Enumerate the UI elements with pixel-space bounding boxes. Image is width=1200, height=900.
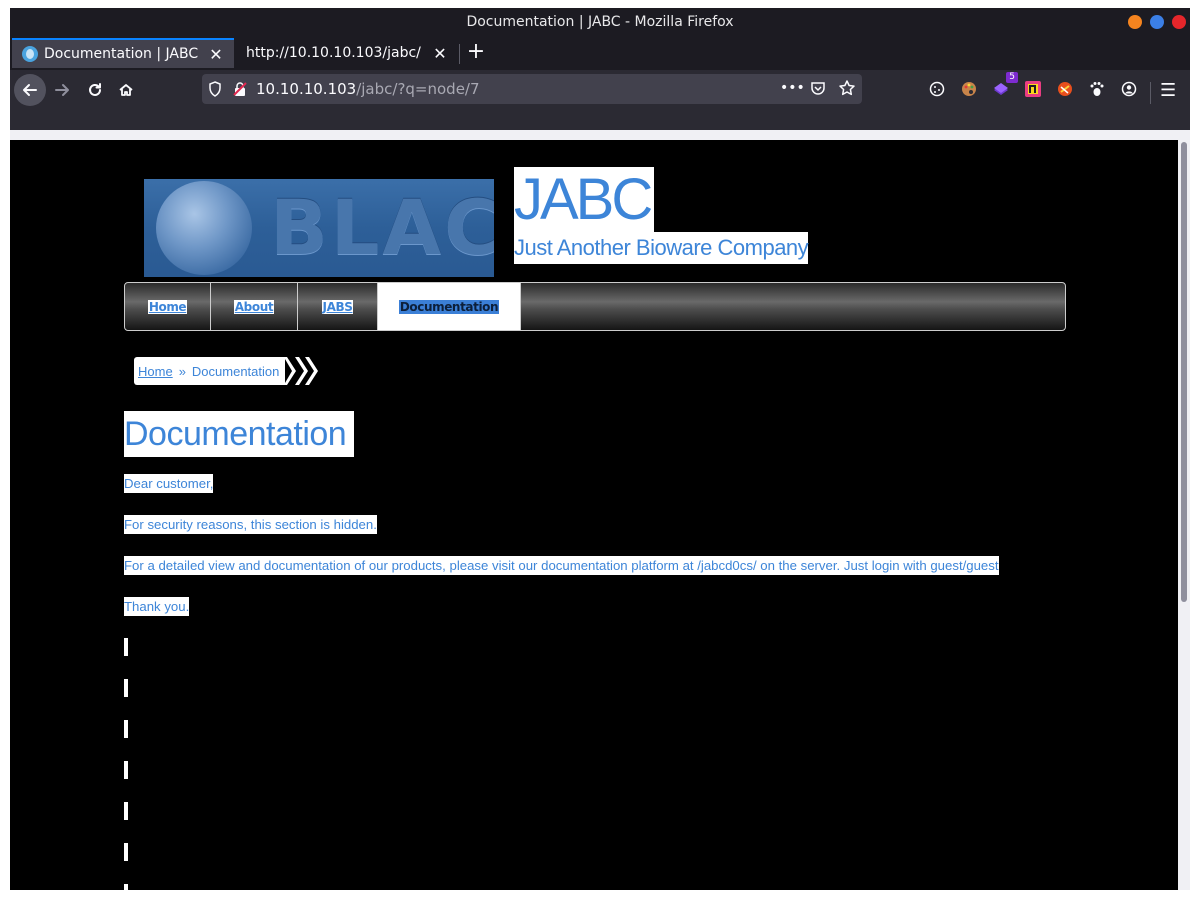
- empty-paragraph-mark: [124, 720, 128, 738]
- breadcrumb-current: Documentation: [191, 363, 280, 379]
- tab-jabc-url[interactable]: http://10.10.10.103/jabc/ ✕: [236, 38, 458, 68]
- site-slogan: Just Another Bioware Company: [514, 232, 809, 264]
- account-icon[interactable]: [1118, 78, 1140, 100]
- vertical-scrollbar[interactable]: [1178, 140, 1190, 890]
- palette-icon[interactable]: [958, 78, 980, 100]
- pocket-icon[interactable]: [810, 80, 826, 100]
- empty-paragraph-mark: [124, 761, 128, 779]
- paragraph-greeting: Dear customer,: [124, 474, 214, 493]
- window-controls: [1128, 15, 1186, 29]
- menu-item-documentation[interactable]: Documentation: [378, 283, 521, 330]
- close-tab-icon[interactable]: ✕: [208, 45, 224, 64]
- url-text: 10.10.10.103/jabc/?q=node/7: [256, 80, 480, 98]
- empty-paragraph-mark: [124, 638, 128, 656]
- paragraph-thanks: Thank you.: [124, 597, 190, 616]
- home-icon: [119, 84, 133, 96]
- empty-paragraph-mark: [124, 679, 128, 697]
- url-path: /jabc/?q=node/7: [356, 80, 480, 98]
- menu-item-jabs[interactable]: JABS: [298, 283, 378, 330]
- window-title: Documentation | JABC - Mozilla Firefox: [466, 14, 734, 30]
- home-button[interactable]: [110, 74, 142, 106]
- drupal-favicon-icon: [22, 46, 38, 62]
- extension-icons: 5: [926, 72, 1140, 100]
- extension-badge-icon[interactable]: 5: [990, 72, 1018, 100]
- star-icon[interactable]: [838, 79, 856, 101]
- tab-title: http://10.10.10.103/jabc/: [246, 45, 421, 61]
- window-titlebar: Documentation | JABC - Mozilla Firefox: [10, 8, 1190, 36]
- close-tab-icon[interactable]: ✕: [432, 44, 448, 63]
- reload-icon: [89, 83, 101, 96]
- address-bar[interactable]: 10.10.10.103/jabc/?q=node/7 •••: [202, 74, 862, 104]
- navigation-toolbar: 10.10.10.103/jabc/?q=node/7 ••• 5 ☰: [10, 70, 1190, 130]
- tab-bar: Documentation | JABC ✕ http://10.10.10.1…: [10, 36, 1190, 70]
- empty-paragraph-mark: [124, 884, 128, 890]
- logo-orb-icon: [156, 181, 252, 275]
- breadcrumb: Home » Documentation: [134, 356, 323, 386]
- extension-badge-count: 5: [1006, 72, 1018, 83]
- paragraph-security: For security reasons, this section is hi…: [124, 515, 377, 534]
- menu-icon[interactable]: ☰: [1160, 80, 1176, 101]
- fire-extension-icon[interactable]: [1054, 78, 1076, 100]
- empty-paragraph-mark: [124, 802, 128, 820]
- menu-label[interactable]: Documentation: [398, 299, 500, 314]
- menu-label[interactable]: Home: [147, 299, 188, 314]
- tab-title: Documentation | JABC: [44, 46, 199, 62]
- menu-label[interactable]: JABS: [321, 299, 354, 314]
- logo-text: BLACK: [270, 183, 494, 272]
- insecure-lock-icon[interactable]: [228, 81, 252, 97]
- site-logo[interactable]: BLACK: [144, 179, 494, 277]
- empty-paragraph-mark: [124, 843, 128, 861]
- forward-button[interactable]: [46, 74, 78, 106]
- main-menu: Home About JABS Documentation: [124, 282, 1066, 331]
- site-name[interactable]: JABC: [514, 167, 655, 233]
- breadcrumb-box: Home » Documentation: [134, 357, 284, 385]
- breadcrumb-separator: »: [178, 363, 186, 379]
- close-window-button[interactable]: [1172, 15, 1186, 29]
- more-icon[interactable]: •••: [780, 80, 805, 96]
- breadcrumb-chevrons-icon: [283, 357, 319, 385]
- page-title: Documentation: [124, 411, 355, 457]
- new-tab-button[interactable]: +: [466, 41, 486, 64]
- paragraph-documentation-platform: For a detailed view and documentation of…: [124, 556, 999, 575]
- back-arrow-icon: [23, 84, 37, 96]
- cookie-icon[interactable]: [926, 78, 948, 100]
- forward-arrow-icon: [55, 84, 69, 96]
- page-viewport: BLACK JABC Just Another Bioware Company …: [10, 140, 1178, 890]
- menu-item-home[interactable]: Home: [125, 283, 211, 330]
- maximize-button[interactable]: [1150, 15, 1164, 29]
- shield-icon[interactable]: [202, 81, 228, 97]
- browser-window: Documentation | JABC - Mozilla Firefox D…: [10, 8, 1190, 890]
- notion-extension-icon[interactable]: [1022, 78, 1044, 100]
- toolbar-separator: [1150, 82, 1151, 104]
- url-host: 10.10.10.103: [256, 80, 357, 98]
- reload-button[interactable]: [79, 74, 111, 106]
- footprint-icon[interactable]: [1086, 78, 1108, 100]
- minimize-button[interactable]: [1128, 15, 1142, 29]
- breadcrumb-home-link[interactable]: Home: [138, 364, 173, 379]
- tab-documentation[interactable]: Documentation | JABC ✕: [12, 38, 234, 68]
- scrollbar-thumb[interactable]: [1181, 142, 1187, 602]
- menu-label[interactable]: About: [233, 299, 275, 314]
- menu-item-about[interactable]: About: [211, 283, 298, 330]
- tab-separator: [459, 44, 460, 64]
- back-button[interactable]: [14, 74, 46, 106]
- content-top-border: [10, 130, 1190, 140]
